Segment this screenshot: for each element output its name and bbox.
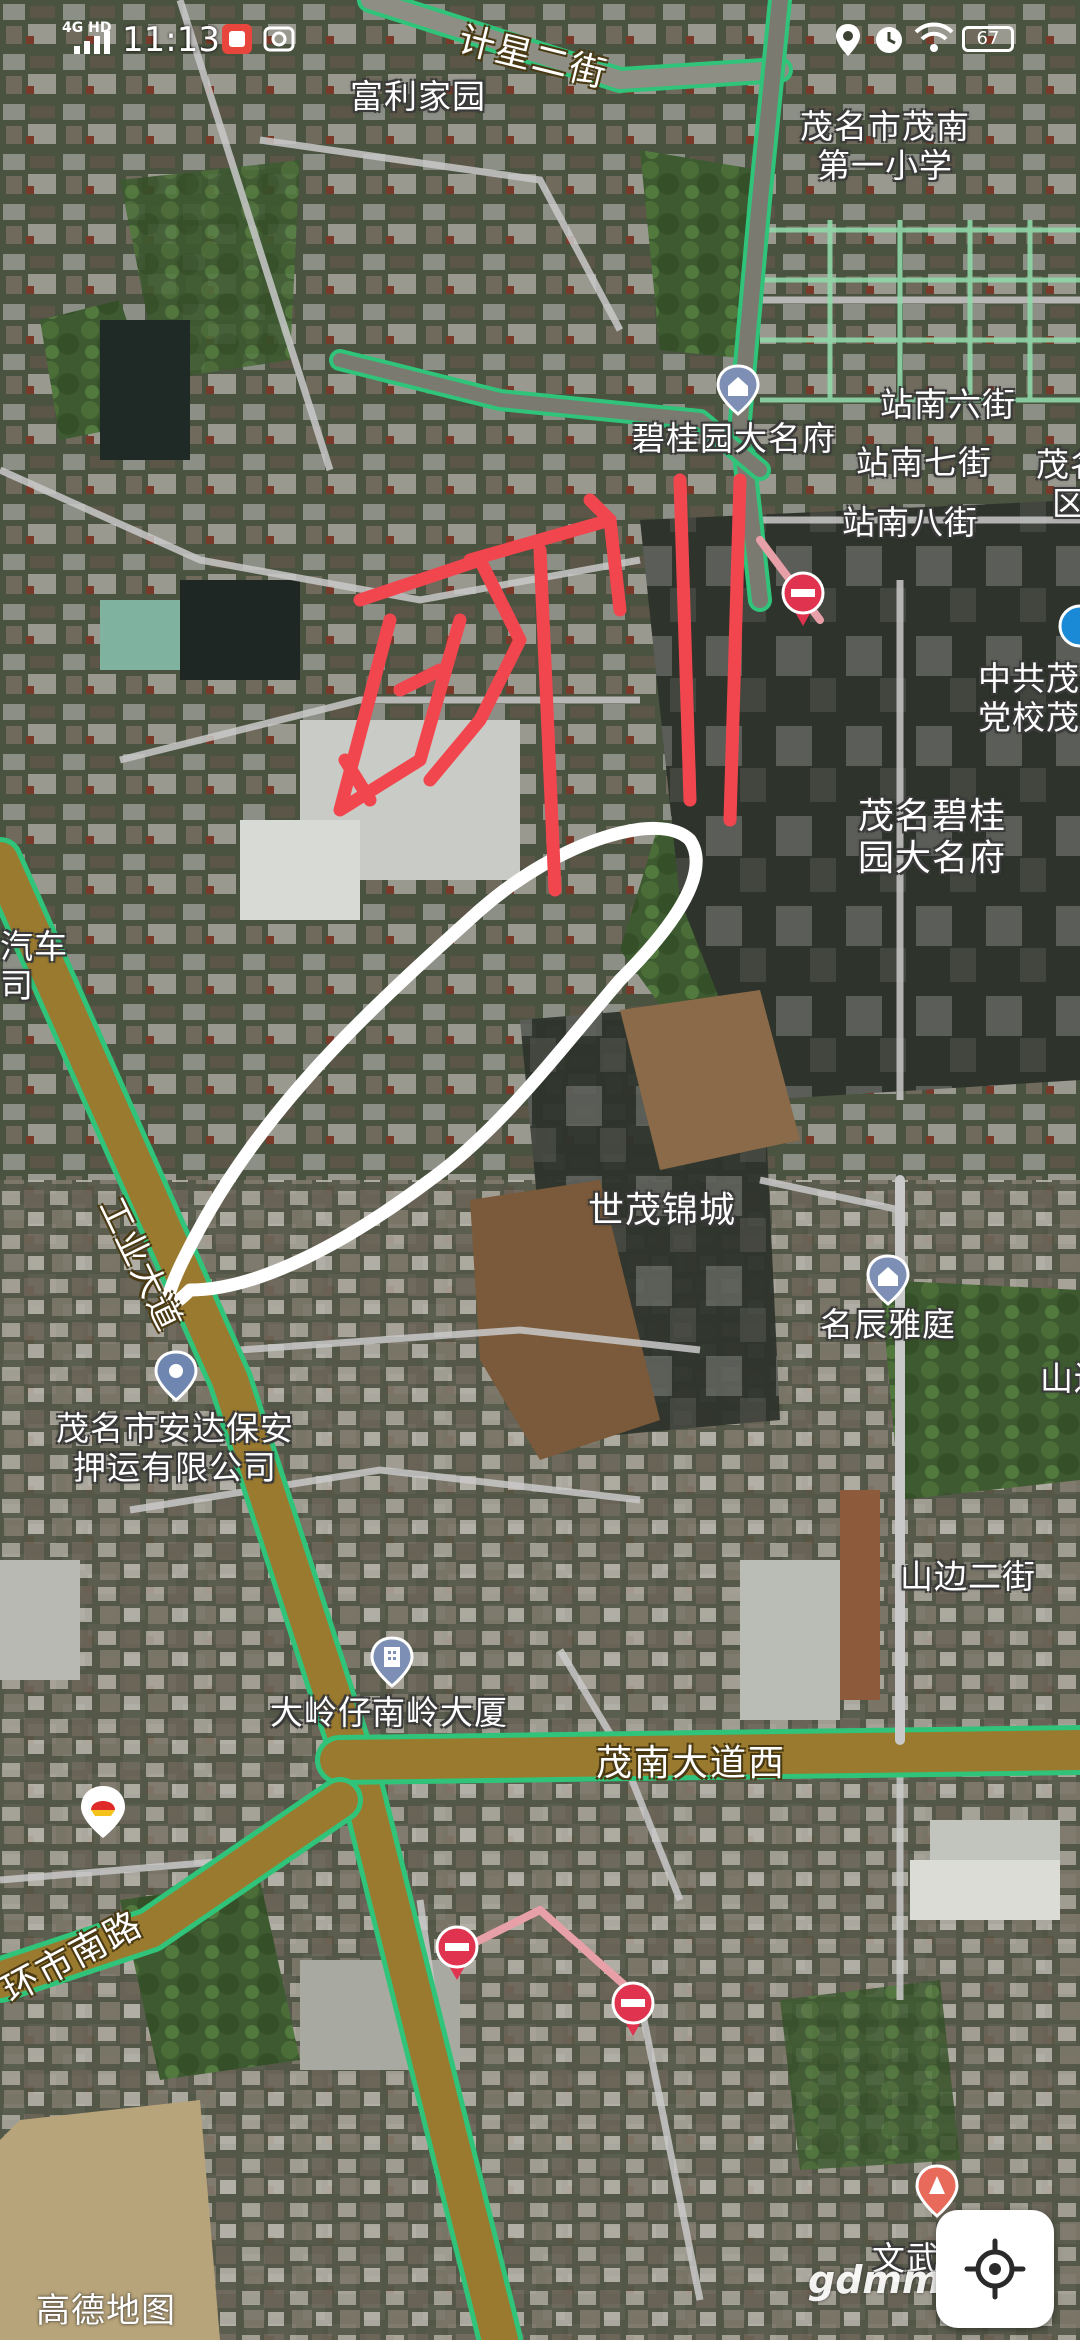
building-icon[interactable]	[370, 1636, 414, 1688]
poi-label-party-school-line1: 中共茂	[978, 659, 1080, 698]
poi-label-school[interactable]: 茂名市茂南 第一小学	[800, 107, 970, 186]
poi-label-anda-line1: 茂名市安达保安	[56, 1409, 294, 1448]
locate-button[interactable]	[936, 2210, 1054, 2328]
poi-label-auto[interactable]: 汽车 司	[0, 927, 68, 1006]
locate-icon	[964, 2238, 1026, 2300]
poi-label-party-school[interactable]: 中共茂 党校茂	[978, 659, 1080, 738]
poi-label-anda-line2: 押运有限公司	[73, 1447, 277, 1487]
poi-label-school-line2: 第一小学	[817, 145, 953, 185]
street-label-zhannan6[interactable]: 站南六街	[880, 385, 1016, 425]
no-entry-icon[interactable]	[610, 1980, 656, 2038]
poi-label-fuli-jiayuan[interactable]: 富利家园	[350, 77, 486, 117]
camera-icon	[263, 26, 295, 52]
poi-pin-icon[interactable]	[716, 364, 760, 416]
poi-label-auto-line1: 汽车	[0, 927, 68, 966]
poi-label-auto-line2: 司	[0, 965, 34, 1005]
poi-label-mao-edge-line2: 区	[1052, 483, 1080, 523]
battery-icon: 67	[962, 26, 1014, 52]
poi-pin-icon[interactable]	[1058, 604, 1080, 648]
status-time: 11:13	[122, 20, 220, 60]
poi-label-maoming-bgy-line2: 园大名府	[858, 838, 1007, 880]
no-entry-icon[interactable]	[434, 1924, 480, 1982]
network-label: 4G HD	[62, 20, 112, 36]
map-screen[interactable]: 4G HD 11:13 67 富利家园 茂名市茂南 第一小学 碧桂园大名府 站南…	[0, 0, 1080, 2340]
poi-label-mingchen-yating[interactable]: 名辰雅庭	[820, 1305, 956, 1345]
poi-label-mao-edge-line1: 茂名	[1036, 445, 1080, 484]
poi-label-biguiyuan-daming[interactable]: 碧桂园大名府	[632, 419, 836, 459]
poi-label-mao-edge[interactable]: 茂名 区	[1036, 445, 1080, 524]
poi-pin-icon[interactable]	[154, 1350, 198, 1402]
wifi-icon	[914, 22, 954, 52]
poi-label-school-line1: 茂名市茂南	[800, 107, 970, 146]
poi-label-maoming-bgy-line1: 茂名碧桂	[858, 796, 1007, 837]
poi-label-shimao-jincheng[interactable]: 世茂锦城	[588, 1190, 736, 1232]
gas-station-icon[interactable]	[78, 1784, 128, 1840]
street-label-zhannan7[interactable]: 站南七街	[856, 443, 992, 483]
street-label-zhannan8[interactable]: 站南八街	[842, 503, 978, 543]
satellite-map[interactable]	[0, 0, 1080, 2340]
poi-label-maoming-bgy[interactable]: 茂名碧桂 园大名府	[858, 796, 1006, 881]
poi-label-party-school-line2: 党校茂	[978, 697, 1080, 737]
notification-icon	[222, 24, 252, 54]
road-label-maonan-dadao-xi[interactable]: 茂南大道西	[596, 1734, 786, 1786]
poi-label-shan-edge[interactable]: 山边	[1040, 1359, 1080, 1399]
location-icon	[836, 24, 860, 56]
poi-label-anda[interactable]: 茂名市安达保安 押运有限公司	[56, 1409, 294, 1488]
no-entry-icon[interactable]	[780, 570, 826, 628]
street-label-shanbian-er[interactable]: 山边二街	[900, 1557, 1036, 1597]
alarm-icon	[876, 27, 902, 53]
poi-label-daling-building[interactable]: 大岭仔南岭大厦	[270, 1693, 508, 1733]
poi-pin-icon[interactable]	[866, 1254, 910, 1306]
map-provider-logo: 高德地图	[36, 2291, 176, 2331]
